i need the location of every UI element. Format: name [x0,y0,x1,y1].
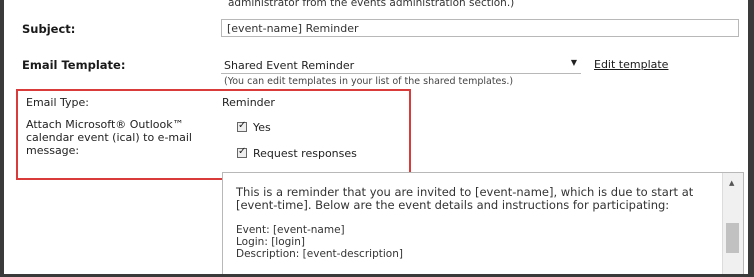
email-body-line: Description: [event-description] [236,248,403,260]
highlight-box [16,89,411,180]
email-body-line: Login: [login] [236,236,305,248]
top-note: administrator from the events administra… [228,0,515,9]
scroll-up-arrow-icon[interactable]: ▲ [729,179,734,187]
email-body-content[interactable]: This is a reminder that you are invited … [236,185,721,261]
dropdown-arrow-icon: ▼ [570,58,577,67]
email-body-editor[interactable]: This is a reminder that you are invited … [222,172,744,277]
subject-label: Subject: [22,22,76,36]
email-template-select[interactable]: Shared Event Reminder ▼ [221,58,581,74]
email-body-line: Event: [event-name] [236,224,345,236]
template-note: (You can edit templates in your list of … [224,76,514,87]
edit-template-link[interactable]: Edit template [594,58,668,71]
email-template-label: Email Template: [22,58,126,72]
editor-scrollbar[interactable]: ▲ [722,173,743,277]
scrollbar-thumb[interactable] [726,223,739,253]
email-body-paragraph: This is a reminder that you are invited … [236,185,694,212]
subject-input[interactable]: [event-name] Reminder [221,19,739,37]
email-template-selected: Shared Event Reminder [224,59,355,72]
